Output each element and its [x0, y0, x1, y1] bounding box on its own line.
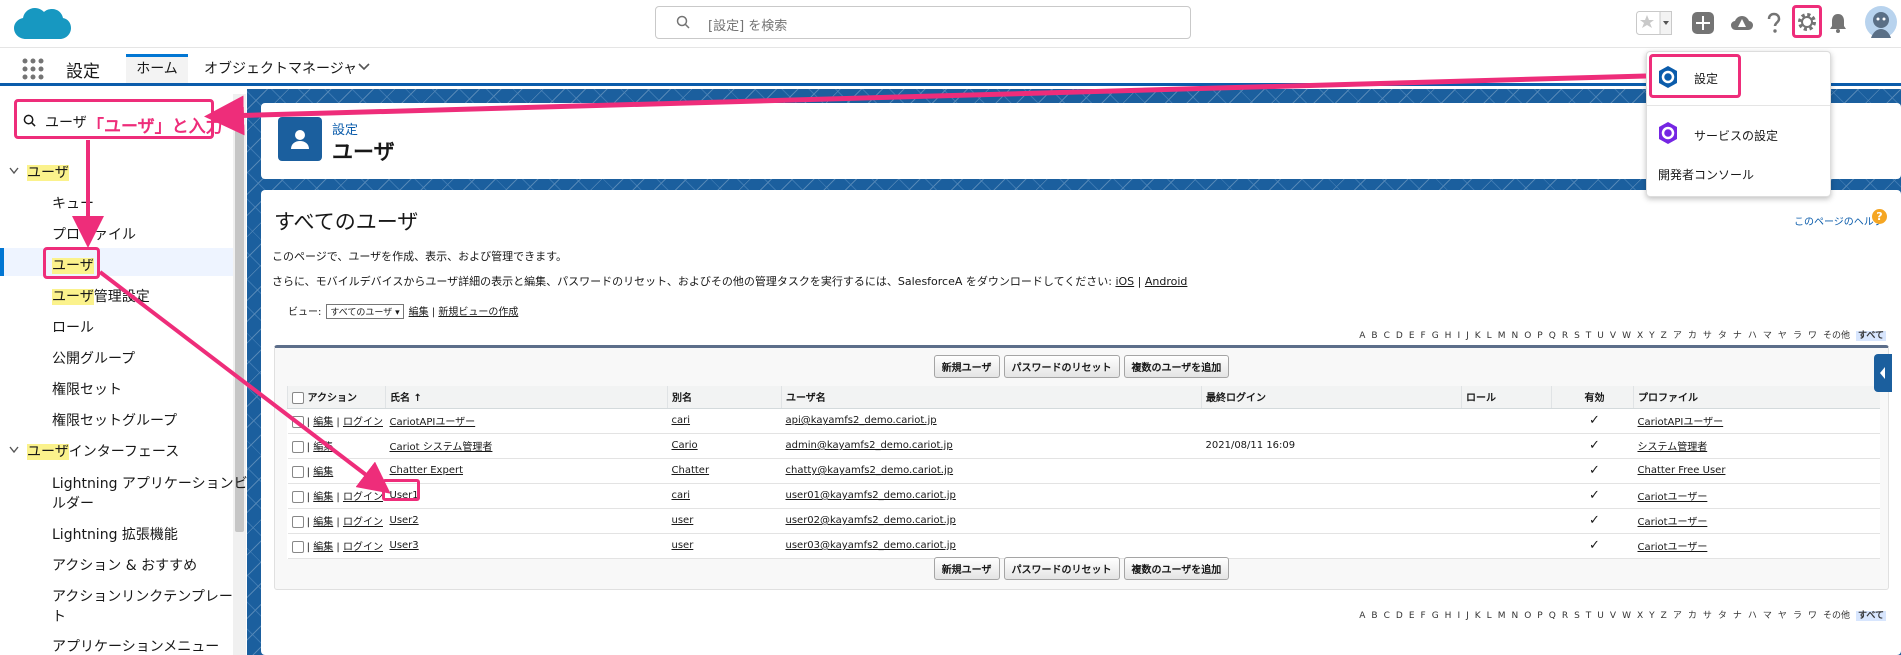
arrow-to-quickfind	[204, 73, 1647, 136]
annotation-arrows	[72, 73, 1647, 494]
arrow-to-user1	[98, 270, 391, 494]
